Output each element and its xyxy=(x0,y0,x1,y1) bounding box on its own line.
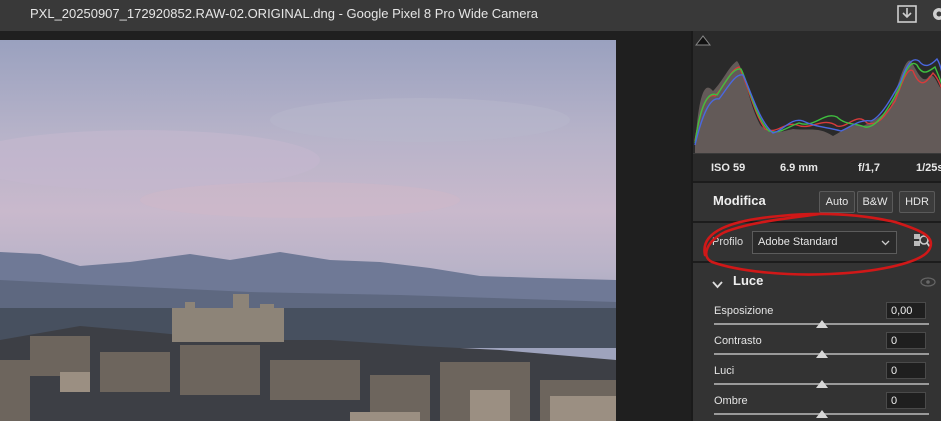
shadows-value[interactable]: 0 xyxy=(886,392,926,409)
auto-button[interactable]: Auto xyxy=(819,191,855,213)
slider-label-highlights: Luci xyxy=(714,365,735,377)
exif-focal: 6.9 mm xyxy=(780,162,818,174)
photo-preview[interactable] xyxy=(0,40,616,421)
title-bar: PXL_20250907_172920852.RAW-02.ORIGINAL.d… xyxy=(0,0,941,31)
shadow-clipping-icon[interactable] xyxy=(694,33,712,46)
contrast-value[interactable]: 0 xyxy=(886,332,926,349)
divider xyxy=(693,181,941,183)
exif-aperture: f/1,7 xyxy=(858,162,881,174)
profile-label: Profilo xyxy=(712,236,744,248)
highlights-handle[interactable] xyxy=(816,380,828,388)
chevron-down-icon xyxy=(881,240,890,246)
slider-label-contrast: Contrasto xyxy=(714,335,762,347)
exif-shutter: 1/25s xyxy=(916,162,941,174)
exposure-handle[interactable] xyxy=(816,320,828,328)
contrast-handle[interactable] xyxy=(816,350,828,358)
exif-iso: ISO 59 xyxy=(711,162,746,174)
divider xyxy=(693,221,941,223)
edit-panel: ISO 59 6.9 mm f/1,7 1/25s Modifica Auto … xyxy=(691,31,941,421)
divider xyxy=(693,261,941,263)
bw-button[interactable]: B&W xyxy=(857,191,893,213)
edit-heading: Modifica xyxy=(713,193,766,208)
slider-label-shadows: Ombre xyxy=(714,395,748,407)
gear-icon[interactable] xyxy=(929,3,941,30)
eye-icon[interactable] xyxy=(920,274,936,292)
window-title: PXL_20250907_172920852.RAW-02.ORIGINAL.d… xyxy=(30,6,539,21)
exif-bar: ISO 59 6.9 mm f/1,7 1/25s xyxy=(693,153,941,182)
download-icon[interactable] xyxy=(896,3,918,30)
shadows-handle[interactable] xyxy=(816,410,828,418)
profile-browser-icon[interactable] xyxy=(913,232,931,255)
hdr-button[interactable]: HDR xyxy=(899,191,935,213)
profile-value: Adobe Standard xyxy=(758,236,838,248)
chevron-down-icon[interactable] xyxy=(712,276,723,294)
slider-label-exposure: Esposizione xyxy=(714,305,774,317)
profile-select[interactable]: Adobe Standard xyxy=(752,231,897,254)
histogram xyxy=(693,31,941,153)
light-section-title[interactable]: Luce xyxy=(733,273,763,288)
exposure-value[interactable]: 0,00 xyxy=(886,302,926,319)
highlights-value[interactable]: 0 xyxy=(886,362,926,379)
image-canvas[interactable] xyxy=(0,31,691,421)
